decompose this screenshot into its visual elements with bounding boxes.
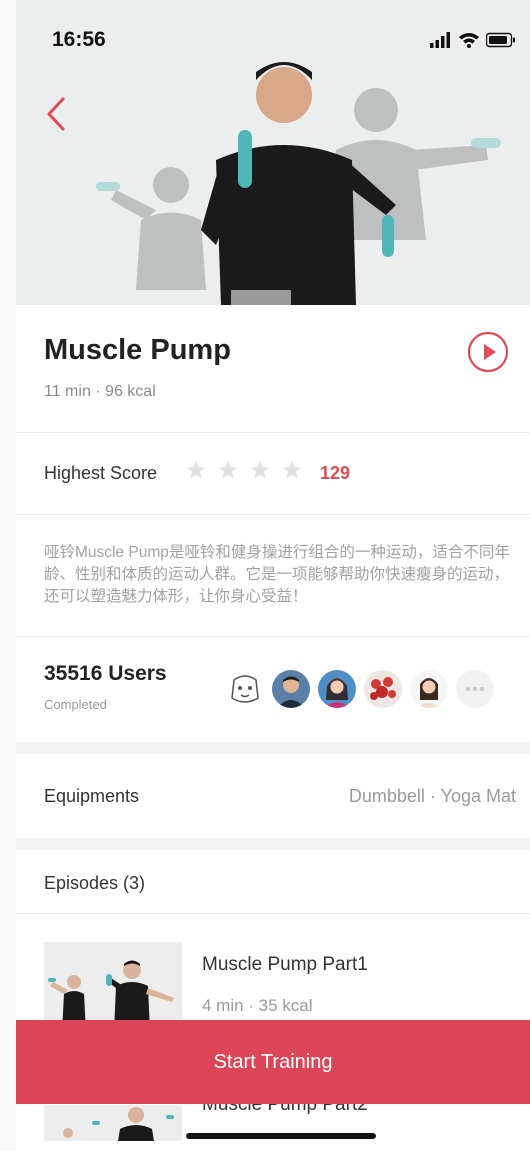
equipments-value: Dumbbell · Yoga Mat: [348, 786, 516, 806]
divider: [16, 432, 530, 433]
battery-icon: [486, 32, 515, 48]
section-separator: [16, 838, 530, 850]
avatar[interactable]: [364, 670, 402, 708]
more-icon: [456, 670, 494, 708]
star-icon: [251, 461, 269, 478]
hero-image: 16:56: [16, 0, 530, 305]
equipments-label: Equipments: [44, 786, 140, 806]
more-users-button[interactable]: [456, 670, 494, 708]
episode-title: Muscle Pump Part1: [202, 954, 368, 975]
episode-thumbnail: [44, 1105, 182, 1141]
signal-icon: [430, 32, 450, 48]
star-icon: [187, 461, 205, 478]
status-time: 16:56: [52, 28, 106, 51]
status-icons: [430, 30, 516, 50]
episodes-label: Episodes (3): [44, 873, 146, 893]
highest-score-label: Highest Score: [44, 463, 158, 483]
start-training-button[interactable]: Start Training: [16, 1020, 530, 1104]
star-icon: [283, 461, 301, 478]
screen: 16:56 Muscle Pump 11 min · 96 kcal Highe…: [16, 0, 530, 1151]
divider: [16, 636, 530, 637]
users-count: 35516 Users: [44, 662, 167, 685]
wifi-icon: [459, 33, 479, 48]
avatar[interactable]: [272, 670, 310, 708]
chevron-left-icon: [47, 97, 65, 131]
avatar[interactable]: [226, 670, 264, 708]
workout-description: 哑铃Muscle Pump是哑铃和健身操进行组合的一种运动，适合不同年龄、性别和…: [44, 544, 510, 605]
home-indicator: [186, 1133, 376, 1139]
status-bar: 16:56: [16, 0, 530, 80]
divider: [16, 913, 530, 914]
episode-thumbnail: [44, 942, 182, 1032]
user-avatars[interactable]: [226, 670, 494, 708]
left-edge: [0, 0, 17, 1151]
score-stars: [186, 460, 302, 480]
play-preview-button[interactable]: [467, 331, 509, 373]
section-separator: [16, 742, 530, 754]
back-button[interactable]: [34, 92, 78, 136]
avatar[interactable]: [318, 670, 356, 708]
workout-meta: 11 min · 96 kcal: [44, 383, 156, 400]
users-completed-label: Completed: [44, 697, 107, 712]
play-icon: [467, 331, 509, 373]
divider: [16, 514, 530, 515]
highest-score-value: 129: [320, 463, 351, 483]
avatar[interactable]: [410, 670, 448, 708]
star-icon: [219, 461, 237, 478]
episode-meta: 4 min · 35 kcal: [202, 996, 313, 1015]
workout-title: Muscle Pump: [44, 334, 231, 366]
